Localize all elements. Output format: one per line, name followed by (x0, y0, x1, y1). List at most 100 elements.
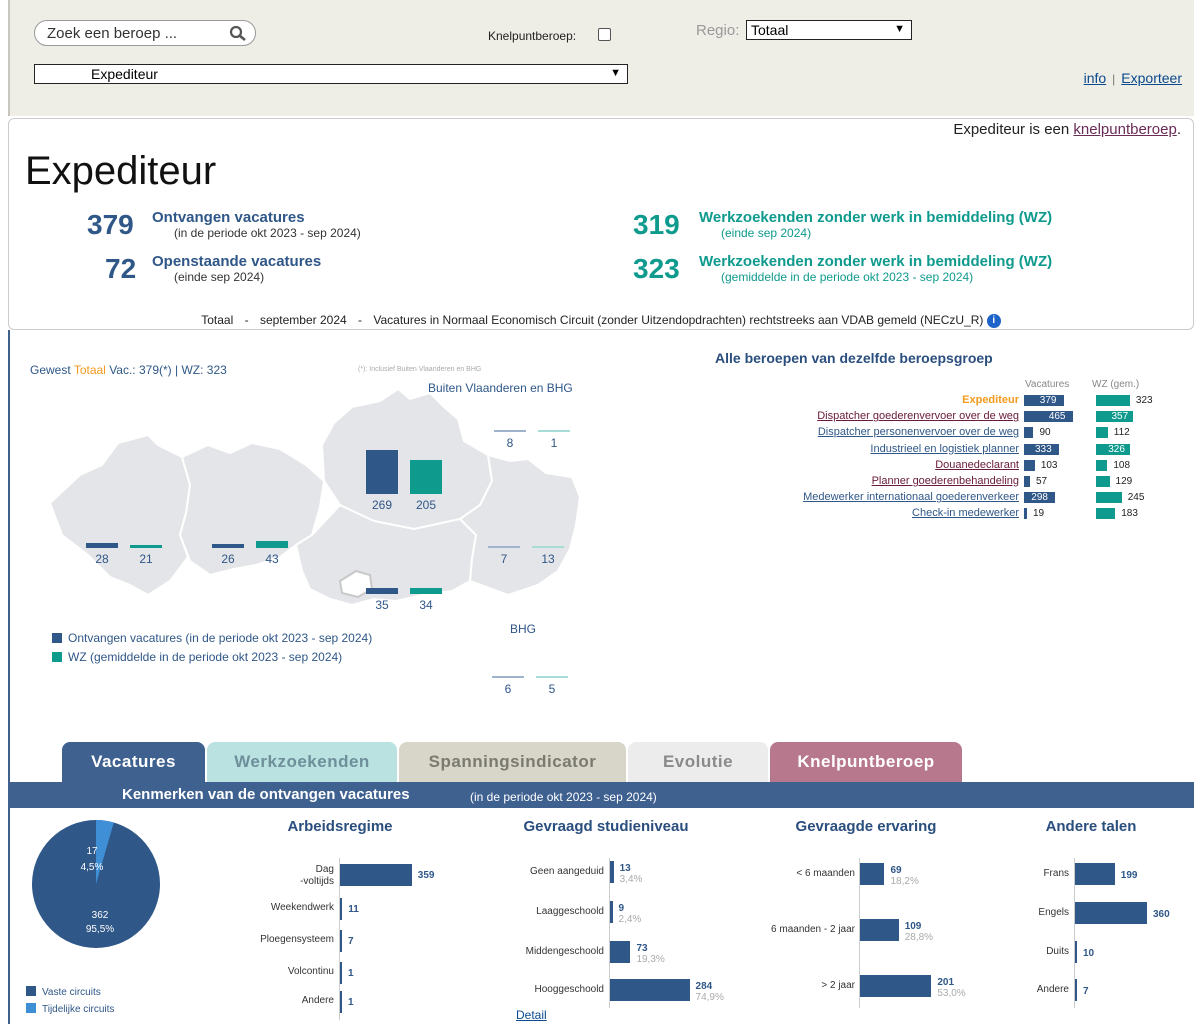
arbeid-category: Weekendwerk (271, 902, 334, 914)
ervaring-value: 201 53,0% (937, 977, 965, 999)
studie-category: Hooggeschoold (534, 984, 605, 995)
group-item-label: Douanedeclarant (935, 459, 1019, 471)
info-link[interactable]: info (1084, 70, 1107, 86)
stat-ontvangen-period: (in de periode okt 2023 - sep 2024) (174, 226, 361, 240)
search-placeholder: Zoek een beroep ... (47, 25, 178, 42)
tab-vacatures[interactable]: Vacatures (62, 742, 205, 782)
arbeid-category: Andere (302, 995, 334, 1007)
group-item-link[interactable]: Medewerker internationaal goederenverkee… (803, 491, 1019, 503)
arbeid-category-line1: Andere (301, 995, 334, 1006)
knelpunt-label: Knelpuntberoep: (488, 29, 577, 43)
filter-bar: Zoek een beroep ... Knelpuntberoep: Regi… (8, 0, 1194, 116)
circuit-pie-chart[interactable]: 17 4,5% 362 95,5% (30, 818, 162, 950)
ervaring-value-pct: 53,0% (937, 988, 966, 999)
ervaring-value: 109 28,8% (905, 921, 933, 943)
ervaring-title: Gevraagde ervaring (795, 818, 937, 835)
map-value-vacatures: 269 (371, 498, 393, 512)
group-value-wz: 357 (1111, 411, 1129, 423)
studie-value-pct: 19,3% (636, 954, 665, 965)
group-item-link[interactable]: Douanedeclarant (935, 459, 1019, 471)
legend-vac-text: Ontvangen vacatures (in de periode okt 2… (68, 631, 373, 645)
tab-spanningsindicator[interactable]: Spanningsindicator (399, 742, 626, 782)
knelpuntberoep-link[interactable]: knelpuntberoep (1073, 121, 1176, 138)
group-item-link[interactable]: Check-in medewerker (912, 507, 1019, 519)
arbeid-category: Ploegensysteem (260, 934, 334, 946)
export-link[interactable]: Exporteer (1121, 70, 1182, 86)
group-bar-vacatures (1024, 508, 1027, 520)
legend-swatch-wz (52, 652, 62, 662)
group-value-wz: 323 (1135, 395, 1153, 406)
arbeid-category-line1: Ploegensysteem (260, 934, 334, 945)
group-item-link[interactable]: Dispatcher personenvervoer over de weg (818, 426, 1019, 438)
info-icon[interactable]: i (986, 314, 1001, 328)
studie-value: 284 74,9% (696, 981, 724, 1003)
knelpunt-checkbox[interactable] (598, 28, 611, 41)
gewest-counts: Vac.: 379(*) | WZ: 323 (109, 363, 227, 377)
arbeid-bar (340, 991, 342, 1013)
footer-dash: - (358, 313, 363, 327)
talen-value: 10 (1083, 948, 1095, 959)
pie-label-vaste-pct: 95,5% (86, 924, 114, 935)
tab-knelpuntberoep[interactable]: Knelpuntberoep (770, 742, 962, 782)
ervaring-value-count: 201 (937, 977, 955, 988)
map-value-wz: 205 (415, 498, 437, 512)
map-value-wz: 21 (139, 552, 153, 566)
ervaring-category: 6 maanden - 2 jaar (771, 924, 855, 935)
group-value-vacatures: 465 (1048, 411, 1066, 423)
section-title: Kenmerken van de ontvangen vacatures (122, 786, 410, 803)
detail-link[interactable]: Detail (516, 1008, 547, 1022)
col-wz: WZ (gem.) (1092, 379, 1140, 390)
flanders-map[interactable] (40, 385, 600, 625)
pie-legend-tijdelijk: Tijdelijke circuits (26, 1003, 114, 1015)
ervaring-category: < 6 maanden (796, 868, 855, 879)
tab-werkzoekenden[interactable]: Werkzoekenden (207, 742, 397, 782)
talen-title: Andere talen (1045, 818, 1137, 835)
stat-wz-avg-period: (gemiddelde in de periode okt 2023 - sep… (721, 270, 974, 284)
studie-value: 13 3,4% (620, 863, 643, 885)
talen-value: 360 (1153, 909, 1170, 920)
map-bar-wz (410, 588, 442, 594)
stat-wz-period: (einde sep 2024) (721, 226, 812, 240)
link-separator: | (1112, 72, 1116, 86)
studie-value-pct: 3,4% (619, 874, 643, 885)
map-value-vacatures: 26 (221, 552, 235, 566)
pie-label-vaste-value: 362 (92, 910, 109, 921)
pie-label-tijdelijk-value: 17 (86, 846, 98, 857)
group-item-label: Check-in medewerker (912, 507, 1019, 519)
map-footnote: (*): Inclusief Buiten Vlaanderen en BHG (358, 366, 482, 373)
arbeid-category: Volcontinu (288, 966, 334, 978)
search-icon[interactable] (229, 25, 247, 43)
studie-value-pct: 2,4% (618, 914, 642, 925)
beroep-value: Expediteur (91, 66, 158, 82)
legend-wz: WZ (gemiddelde in de periode okt 2023 - … (52, 650, 342, 664)
studie-value: 9 2,4% (619, 903, 642, 925)
group-item-current: Expediteur (962, 394, 1019, 406)
group-item-label: Dispatcher personenvervoer over de weg (818, 426, 1019, 438)
tab-evolutie[interactable]: Evolutie (628, 742, 768, 782)
group-item-link[interactable]: Industrieel en logistiek planner (870, 443, 1019, 455)
regio-select[interactable]: Totaal ▼ (746, 20, 912, 40)
legend-vaste-text: Vaste circuits (42, 987, 101, 998)
pie-label-tijdelijk-pct: 4,5% (81, 862, 104, 873)
arbeid-category-line2: -voltijds (300, 876, 334, 887)
group-bar-vacatures (1024, 476, 1030, 487)
studieniveau-title: Gevraagd studieniveau (523, 818, 689, 835)
footer-regio: Totaal (201, 313, 234, 327)
legend-vacatures: Ontvangen vacatures (in de periode okt 2… (52, 631, 372, 645)
top-links: info | Exporteer (1084, 70, 1182, 86)
ervaring-value-count: 109 (904, 921, 922, 932)
arbeid-category-line1: Weekendwerk (270, 902, 334, 913)
ervaring-value-pct: 28,8% (904, 932, 934, 943)
studie-value-count: 73 (636, 943, 648, 954)
group-item-label: Industrieel en logistiek planner (870, 443, 1019, 455)
search-input[interactable]: Zoek een beroep ... (34, 20, 256, 46)
group-item-link[interactable]: Planner goederenbehandeling (872, 475, 1019, 487)
ervaring-category: > 2 jaar (821, 980, 855, 991)
studie-bar (610, 941, 631, 963)
map-value-wz: 34 (419, 598, 433, 612)
ervaring-bar (860, 863, 885, 885)
group-item-link[interactable]: Dispatcher goederenvervoer over de weg (817, 410, 1019, 422)
map-bar-wz (536, 676, 568, 678)
beroep-select[interactable]: Expediteur ▼ (34, 64, 628, 84)
map-bar-wz (410, 460, 442, 494)
